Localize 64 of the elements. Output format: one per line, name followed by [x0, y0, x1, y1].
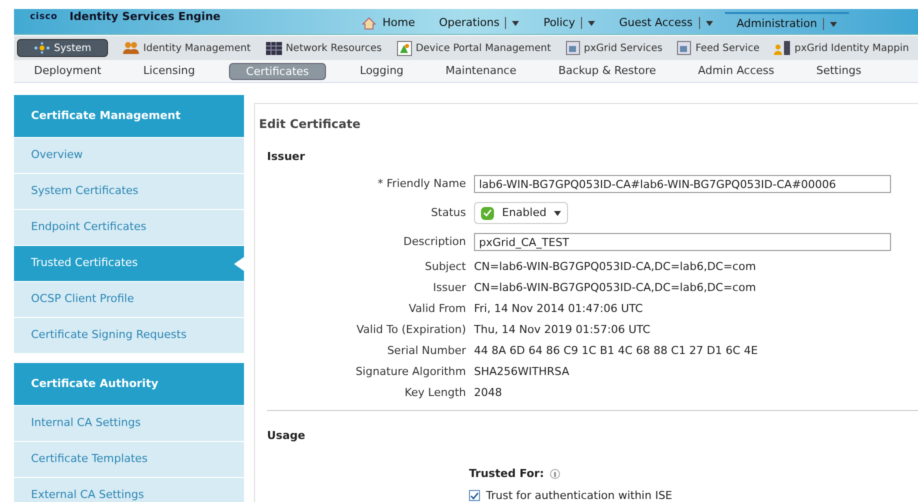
sub-tab[interactable]: Admin Access: [690, 62, 782, 80]
field-value: SHA256WITHRSA: [474, 364, 570, 380]
text-field[interactable]: lab6-WIN-BG7GPQ053ID-CA#lab6-WIN-BG7GPQ053ID-CA#00006: [474, 175, 891, 193]
module-tab[interactable]: System: [17, 39, 108, 57]
caret-icon: [554, 210, 562, 216]
section-heading: Usage: [267, 428, 306, 444]
caret-icon: [706, 20, 713, 26]
section-heading: Issuer: [267, 149, 306, 165]
sub-tab[interactable]: Logging: [352, 62, 412, 80]
checkbox-label: Trust for authentication within ISE: [486, 488, 672, 502]
module-tab[interactable]: pxGrid Services: [566, 39, 662, 57]
module-tab[interactable]: Network Resources: [266, 39, 382, 57]
field-value: Fri, 14 Nov 2014 01:47:06 UTC: [474, 300, 643, 317]
home-icon: [362, 16, 376, 30]
portal-icon: [396, 40, 412, 56]
logo: cisco: [30, 10, 58, 24]
people-icon: [123, 41, 140, 55]
field-value: 44 8A 6D 64 86 C9 1C B1 4C 68 88 C1 27 D1 6C 4E: [474, 342, 758, 359]
dots-icon: [34, 42, 50, 54]
window-icon: [677, 41, 692, 55]
page-title: Edit Certificate: [259, 116, 362, 133]
field-label: Status: [430, 204, 467, 221]
sub-tab[interactable]: Deployment: [26, 62, 110, 80]
caret-icon: [830, 22, 838, 26]
sub-tab[interactable]: Settings: [808, 62, 870, 80]
field-value: CN=lab6-WIN-BG7GPQ053ID-CA,DC=lab6,DC=com: [474, 280, 756, 296]
nav-tab[interactable]: Operations: [426, 12, 532, 34]
sub-tab[interactable]: Maintenance: [438, 62, 524, 80]
field-value: Thu, 14 Nov 2019 01:57:06 UTC: [474, 322, 650, 338]
field-label: Key Length: [404, 384, 467, 401]
field-label: Description: [402, 234, 467, 250]
sidebar-section-header: Certificate Management: [14, 95, 244, 137]
window-icon: [566, 41, 580, 55]
module-tab[interactable]: Device Portal Management: [396, 39, 551, 57]
field-label: * Friendly Name: [376, 176, 467, 192]
pointer-icon: [234, 257, 244, 271]
app-title: Identity Services Engine: [70, 9, 220, 25]
field-label: Valid To (Expiration): [356, 322, 467, 338]
checkbox[interactable]: [469, 490, 480, 502]
nav-tab[interactable]: Home: [350, 12, 427, 34]
nav-tab[interactable]: Policy: [531, 12, 608, 34]
sidebar-section-header: Certificate Authority: [14, 363, 244, 405]
text-field[interactable]: pxGrid_CA_TEST: [474, 233, 891, 251]
sub-tab[interactable]: Backup & Restore: [550, 62, 664, 80]
field-label: Trusted For:: [469, 466, 544, 482]
sub-tab[interactable]: Licensing: [135, 62, 204, 80]
field-label: Valid From: [408, 300, 467, 317]
status-dropdown[interactable]: Enabled: [474, 202, 568, 224]
nav-tab[interactable]: Guest Access: [607, 12, 725, 34]
field-label: Subject: [424, 258, 467, 275]
field-label: Issuer: [432, 280, 467, 296]
user-server-icon: [774, 41, 790, 55]
caret-icon: [588, 20, 596, 26]
module-tab[interactable]: Feed Service: [677, 39, 760, 57]
module-tab[interactable]: Identity Management: [123, 39, 251, 57]
field-label: Serial Number: [386, 342, 467, 359]
field-value: 2048: [474, 384, 502, 401]
field-label: Signature Algorithm: [354, 364, 467, 380]
caret-icon: [512, 20, 520, 26]
info-icon: [550, 469, 560, 480]
module-tab[interactable]: pxGrid Identity Mappin: [774, 39, 909, 57]
grid-icon: [266, 42, 282, 54]
field-value: CN=lab6-WIN-BG7GPQ053ID-CA,DC=lab6,DC=com: [474, 258, 756, 275]
nav-tab[interactable]: Administration: [724, 12, 850, 34]
